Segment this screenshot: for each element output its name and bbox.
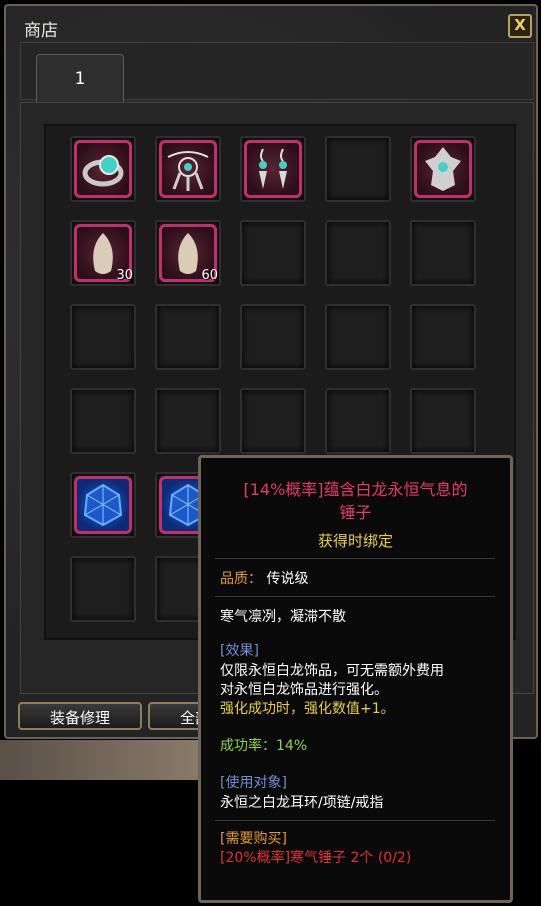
item-quantity: 30 xyxy=(116,268,133,283)
item-quantity: 60 xyxy=(201,268,218,283)
divider xyxy=(215,558,495,559)
ring-icon[interactable] xyxy=(74,140,132,198)
tooltip-name-line: [14%概率]蕴含白龙永恒气息的 xyxy=(243,480,468,499)
item-slot[interactable] xyxy=(325,220,391,286)
item-slot[interactable] xyxy=(70,388,136,454)
tooltip-item-name: [14%概率]蕴含白龙永恒气息的 锤子 xyxy=(201,478,510,524)
tooltip-success-rate: 成功率：14% xyxy=(220,738,308,754)
earrings-icon[interactable] xyxy=(244,140,302,198)
blue-gem-icon[interactable] xyxy=(74,476,132,534)
divider xyxy=(215,820,495,821)
close-button[interactable]: X xyxy=(508,14,532,38)
item-slot[interactable] xyxy=(240,388,306,454)
item-slot[interactable] xyxy=(240,304,306,370)
background-scenery xyxy=(0,740,200,780)
item-slot[interactable] xyxy=(70,472,136,538)
necklace-icon[interactable] xyxy=(159,140,217,198)
item-slot[interactable]: 60 xyxy=(155,220,221,286)
item-tooltip: [14%概率]蕴含白龙永恒气息的 锤子 获得时绑定 品质： 传说级 寒气凛冽，凝… xyxy=(198,455,513,903)
item-slot[interactable] xyxy=(155,136,221,202)
repair-button[interactable]: 装备修理 xyxy=(18,702,142,730)
item-slot[interactable] xyxy=(70,136,136,202)
item-slot[interactable] xyxy=(240,136,306,202)
tab-1[interactable]: 1 xyxy=(36,54,124,103)
tooltip-flavor: 寒气凛冽，凝滞不散 xyxy=(220,609,346,625)
quality-label: 品质： xyxy=(220,571,262,587)
tooltip-target-header: [使用对象] xyxy=(220,775,287,791)
tooltip-effect-line: 仅限永恒白龙饰品，可无需额外费用 xyxy=(220,663,444,679)
item-slot[interactable] xyxy=(410,220,476,286)
item-slot[interactable] xyxy=(70,304,136,370)
item-slot[interactable] xyxy=(410,136,476,202)
item-slot[interactable] xyxy=(325,388,391,454)
item-slot[interactable] xyxy=(240,220,306,286)
item-slot[interactable] xyxy=(410,304,476,370)
tooltip-purchase-value: [20%概率]寒气锤子 2个 (0/2) xyxy=(220,850,412,866)
emblem-icon[interactable] xyxy=(414,140,472,198)
divider xyxy=(215,596,495,597)
item-slot[interactable] xyxy=(325,136,391,202)
item-slot[interactable] xyxy=(325,304,391,370)
item-slot[interactable]: 30 xyxy=(70,220,136,286)
item-slot[interactable] xyxy=(155,388,221,454)
quality-value: 传说级 xyxy=(266,571,309,587)
tooltip-quality: 品质： 传说级 xyxy=(220,570,308,589)
tooltip-effect-line: 对永恒白龙饰品进行强化。 xyxy=(220,682,388,698)
item-slot[interactable] xyxy=(70,556,136,622)
item-slot[interactable] xyxy=(155,304,221,370)
tooltip-purchase-header: [需要购买] xyxy=(220,831,287,847)
item-slot[interactable] xyxy=(410,388,476,454)
tooltip-name-line: 锤子 xyxy=(339,503,372,522)
tooltip-target-value: 永恒之白龙耳环/项链/戒指 xyxy=(220,795,384,811)
tooltip-effect-line: 强化成功时，强化数值+1。 xyxy=(220,701,395,717)
tooltip-bind-status: 获得时绑定 xyxy=(317,532,393,550)
tooltip-effect-header: [效果] xyxy=(220,643,259,659)
window-title: 商店 xyxy=(24,21,58,41)
